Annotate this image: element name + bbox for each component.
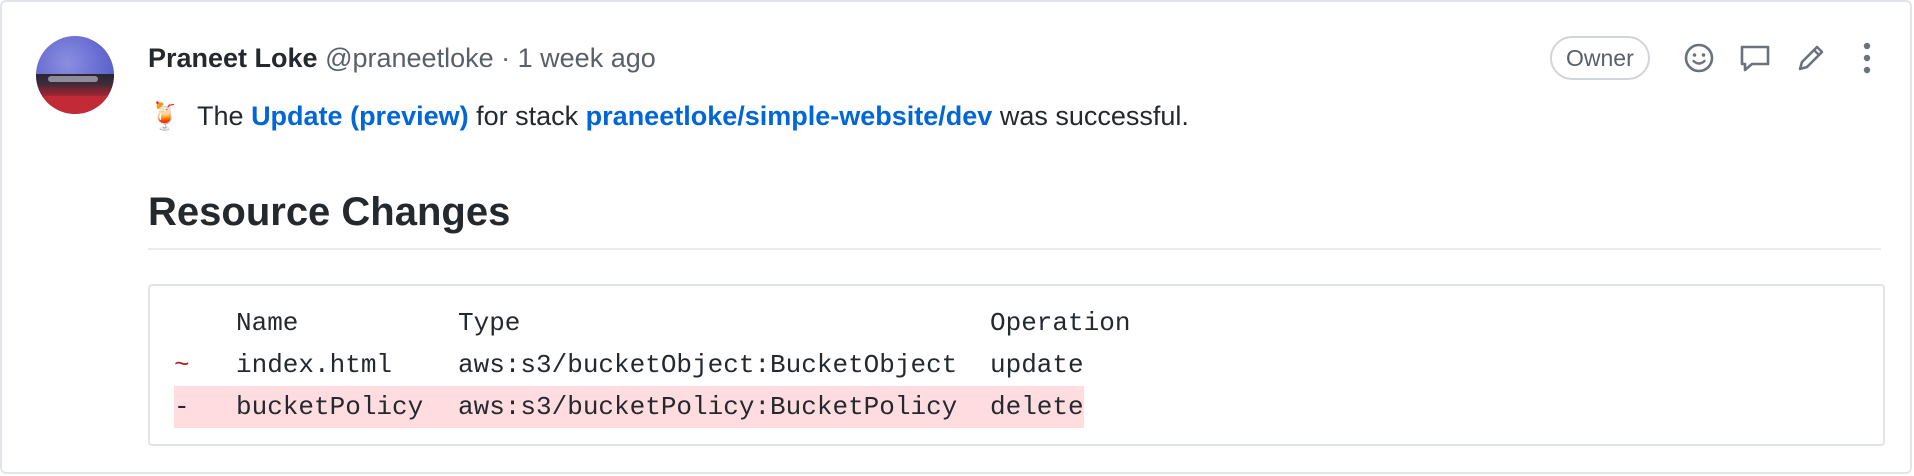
resource-name: bucketPolicy xyxy=(236,386,458,428)
add-reaction-button[interactable] xyxy=(1682,41,1716,75)
resource-changes-table: Name Type Operation ~ index.html aws:s3/… xyxy=(148,284,1885,446)
comment-icon xyxy=(1740,45,1770,72)
avatar[interactable] xyxy=(36,36,114,114)
avatar-bottom xyxy=(36,96,114,114)
header-separator: · xyxy=(501,43,511,73)
avatar-shine xyxy=(48,76,98,82)
section-heading: Resource Changes xyxy=(148,190,511,234)
comment-timestamp[interactable]: 1 week ago xyxy=(518,43,656,73)
pencil-icon xyxy=(1798,45,1824,71)
more-options-button[interactable] xyxy=(1850,41,1884,75)
tropical-drink-emoji: 🍹 xyxy=(148,101,182,131)
heading-divider xyxy=(148,248,1881,250)
author-handle[interactable]: @praneetloke xyxy=(325,43,494,73)
resource-type: aws:s3/bucketPolicy:BucketPolicy xyxy=(458,386,990,428)
resource-type: aws:s3/bucketObject:BucketObject xyxy=(458,350,958,380)
stack-link[interactable]: praneetloke/simple-website/dev xyxy=(586,101,993,131)
table-row: ~ index.html aws:s3/bucketObject:BucketO… xyxy=(174,344,1130,386)
change-marker: - xyxy=(174,386,236,428)
kebab-icon xyxy=(1863,42,1871,74)
table-header-row: Name Type Operation xyxy=(174,302,1130,344)
reply-button[interactable] xyxy=(1738,41,1772,75)
comment-card: Praneet Loke @praneetloke · 1 week ago O… xyxy=(0,0,1912,474)
code-block: Name Type Operation ~ index.html aws:s3/… xyxy=(174,302,1130,428)
comment-actions xyxy=(1682,38,1884,78)
message-text-2: for stack xyxy=(476,101,579,131)
smiley-icon xyxy=(1684,43,1714,73)
update-preview-link[interactable]: Update (preview) xyxy=(251,101,469,131)
table-row: - bucketPolicy aws:s3/bucketPolicy:Bucke… xyxy=(174,386,1130,428)
resource-name: index.html xyxy=(236,350,393,380)
edit-button[interactable] xyxy=(1794,41,1828,75)
message-text-3: was successful. xyxy=(999,101,1189,131)
comment-message: 🍹 The Update (preview) for stack praneet… xyxy=(148,98,1189,134)
author-name[interactable]: Praneet Loke xyxy=(148,43,318,73)
message-text-1: The xyxy=(197,101,244,131)
resource-operation: update xyxy=(990,350,1084,380)
owner-badge: Owner xyxy=(1550,36,1650,80)
comment-header: Praneet Loke @praneetloke · 1 week ago xyxy=(148,40,656,76)
header-type: Type xyxy=(458,308,521,338)
change-marker: ~ xyxy=(174,350,190,380)
header-operation: Operation xyxy=(990,308,1131,338)
header-name: Name xyxy=(236,308,299,338)
resource-operation: delete xyxy=(990,386,1084,428)
